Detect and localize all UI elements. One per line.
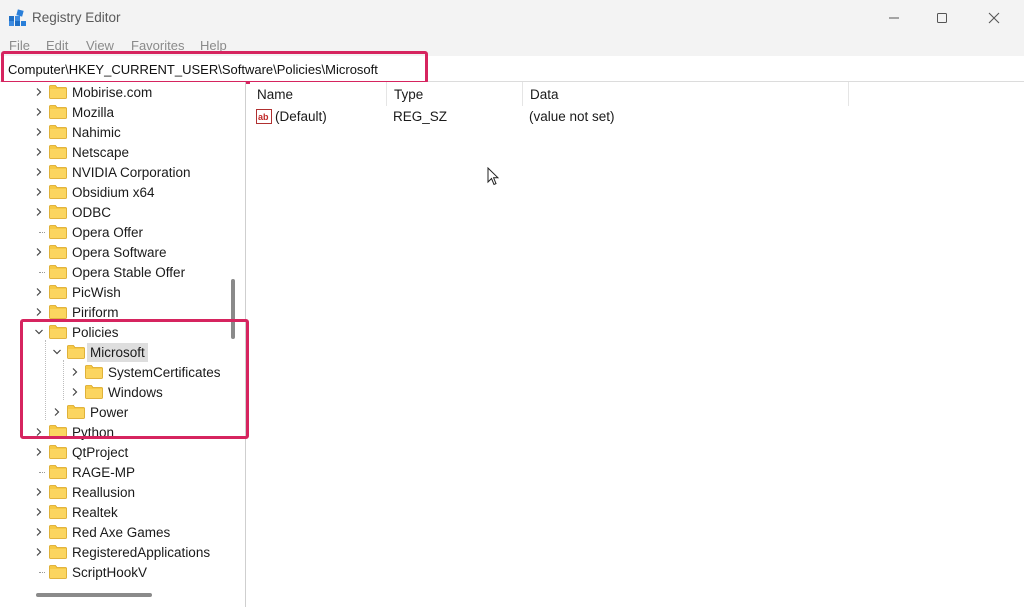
folder-icon: [49, 165, 67, 179]
chevron-right-icon[interactable]: [33, 502, 45, 522]
tree-item-scripthookv[interactable]: ScriptHookV: [33, 562, 150, 582]
folder-icon: [49, 505, 67, 519]
tree-item-label: Opera Software: [72, 244, 167, 260]
folder-icon: [49, 145, 67, 159]
folder-icon: [49, 185, 67, 199]
tree-item-label: ODBC: [72, 204, 112, 220]
tree-item-opera-software[interactable]: Opera Software: [33, 242, 170, 262]
minimize-icon: [889, 17, 899, 19]
tree-item-obsidium-x64[interactable]: Obsidium x64: [33, 182, 158, 202]
tree-item-label: RegisteredApplications: [72, 544, 211, 560]
close-icon: [988, 12, 1000, 24]
tree-item-registeredapplications[interactable]: RegisteredApplications: [33, 542, 213, 562]
tree-item-label: PicWish: [72, 284, 121, 300]
svg-text:ab: ab: [258, 112, 269, 122]
chevron-right-icon[interactable]: [33, 202, 45, 222]
tree-item-label: Nahimic: [72, 124, 121, 140]
maximize-button[interactable]: [916, 0, 968, 36]
tree-item-label: Red Axe Games: [72, 524, 171, 540]
folder-icon: [49, 245, 67, 259]
folder-icon: [49, 525, 67, 539]
folder-icon: [49, 225, 67, 239]
chevron-right-icon[interactable]: [33, 182, 45, 202]
tree-item-label: NVIDIA Corporation: [72, 164, 191, 180]
tree-item-opera-offer[interactable]: Opera Offer: [33, 222, 146, 242]
tree-item-label: Opera Offer: [72, 224, 144, 240]
chevron-right-icon[interactable]: [33, 282, 45, 302]
tree-item-qtproject[interactable]: QtProject: [33, 442, 131, 462]
policies-highlight-box: [20, 319, 249, 439]
tree-connector: [33, 562, 45, 582]
tree-item-label: Netscape: [72, 144, 130, 160]
tree-item-reallusion[interactable]: Reallusion: [33, 482, 138, 502]
chevron-right-icon[interactable]: [33, 162, 45, 182]
folder-icon: [49, 445, 67, 459]
tree-item-label: RAGE-MP: [72, 464, 136, 480]
tree-item-mobirise-com[interactable]: Mobirise.com: [33, 82, 155, 102]
value-type: REG_SZ: [393, 109, 448, 124]
column-header-name[interactable]: Name: [250, 82, 387, 106]
tree-connector: [33, 462, 45, 482]
chevron-right-icon[interactable]: [33, 442, 45, 462]
folder-icon: [49, 485, 67, 499]
folder-icon: [49, 125, 67, 139]
folder-icon: [49, 565, 67, 579]
folder-icon: [49, 205, 67, 219]
values-list[interactable]: Name Type Data ab (Default) REG_SZ (valu…: [250, 82, 1024, 607]
chevron-right-icon[interactable]: [33, 122, 45, 142]
mouse-cursor-icon: [487, 167, 499, 186]
tree-horizontal-scrollbar[interactable]: [36, 593, 152, 597]
tree-item-red-axe-games[interactable]: Red Axe Games: [33, 522, 173, 542]
folder-icon: [49, 265, 67, 279]
string-value-icon: ab: [256, 109, 272, 124]
chevron-right-icon[interactable]: [33, 102, 45, 122]
minimize-button[interactable]: [868, 0, 920, 36]
tree-item-label: Opera Stable Offer: [72, 264, 186, 280]
chevron-right-icon[interactable]: [33, 522, 45, 542]
folder-icon: [49, 105, 67, 119]
value-data: (value not set): [529, 109, 615, 124]
registry-editor-app-icon: [9, 9, 26, 26]
folder-icon: [49, 285, 67, 299]
tree-item-label: QtProject: [72, 444, 129, 460]
tree-item-label: Mozilla: [72, 104, 115, 120]
list-row[interactable]: ab (Default) REG_SZ (value not set): [250, 106, 850, 128]
tree-item-label: Reallusion: [72, 484, 136, 500]
value-name: (Default): [275, 109, 327, 124]
tree-item-netscape[interactable]: Netscape: [33, 142, 132, 162]
tree-item-rage-mp[interactable]: RAGE-MP: [33, 462, 138, 482]
maximize-icon: [937, 13, 947, 23]
tree-item-label: Realtek: [72, 504, 118, 520]
column-header-data[interactable]: Data: [523, 82, 849, 106]
folder-icon: [49, 545, 67, 559]
chevron-right-icon[interactable]: [33, 242, 45, 262]
tree-item-label: Mobirise.com: [72, 84, 153, 100]
chevron-right-icon[interactable]: [33, 542, 45, 562]
tree-item-label: Obsidium x64: [72, 184, 155, 200]
tree-item-mozilla[interactable]: Mozilla: [33, 102, 117, 122]
tree-item-picwish[interactable]: PicWish: [33, 282, 124, 302]
tree-connector: [33, 262, 45, 282]
tree-item-nvidia-corporation[interactable]: NVIDIA Corporation: [33, 162, 194, 182]
window-title: Registry Editor: [32, 10, 121, 25]
column-header-type[interactable]: Type: [387, 82, 523, 106]
address-highlight-box: [1, 51, 428, 84]
tree-connector: [33, 222, 45, 242]
tree-item-realtek[interactable]: Realtek: [33, 502, 121, 522]
folder-icon: [49, 85, 67, 99]
title-bar: Registry Editor: [0, 0, 1024, 36]
tree-item-label: ScriptHookV: [72, 564, 148, 580]
close-button[interactable]: [968, 0, 1020, 36]
chevron-right-icon[interactable]: [33, 82, 45, 102]
folder-icon: [49, 465, 67, 479]
chevron-right-icon[interactable]: [33, 482, 45, 502]
tree-item-nahimic[interactable]: Nahimic: [33, 122, 124, 142]
tree-item-opera-stable-offer[interactable]: Opera Stable Offer: [33, 262, 188, 282]
tree-item-odbc[interactable]: ODBC: [33, 202, 114, 222]
folder-icon: [49, 305, 67, 319]
chevron-right-icon[interactable]: [33, 142, 45, 162]
